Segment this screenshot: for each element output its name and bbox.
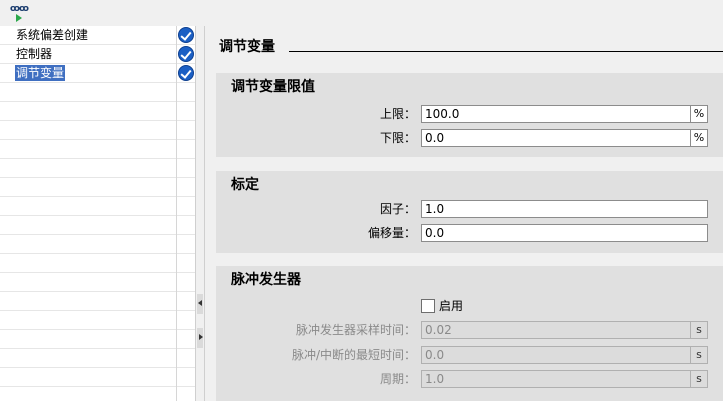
scaling-group: 标定 因子： 偏移量： [216, 171, 723, 253]
period-label: 周期： [379, 372, 416, 386]
sample-time-input[interactable] [421, 321, 691, 339]
offset-label: 偏移量： [367, 226, 416, 240]
factor-input[interactable] [421, 200, 708, 218]
check-icon [178, 65, 194, 81]
glasses-icon: ꝏꝏ [10, 4, 29, 14]
upper-limit-unit: % [691, 105, 708, 123]
lower-limit-label: 下限： [379, 131, 416, 145]
nav-item-system-deviation[interactable]: 系统偏差创建 [0, 26, 176, 45]
sample-time-unit: s [691, 321, 708, 339]
arrow-right-icon [199, 334, 203, 340]
monitor-start-button[interactable]: ꝏꝏ [8, 3, 30, 23]
nav-item-controller[interactable]: 控制器 [0, 45, 176, 64]
nav-item-label: 系统偏差创建 [16, 28, 89, 42]
nav-item-label: 调节变量 [15, 65, 66, 81]
enable-label: 启用 [439, 299, 464, 313]
limits-group: 调节变量限值 上限： % 下限： % [216, 73, 723, 157]
offset-input[interactable] [421, 224, 708, 242]
lower-limit-unit: % [691, 129, 708, 147]
nav-empty-row [0, 311, 176, 330]
status-column [176, 26, 196, 401]
limits-group-title: 调节变量限值 [231, 79, 315, 95]
expand-right-button[interactable] [197, 328, 203, 348]
nav-empty-row [0, 254, 176, 273]
title-divider [289, 51, 723, 52]
scaling-group-title: 标定 [231, 177, 259, 193]
nav-empty-row [0, 178, 176, 197]
nav-empty-row [0, 330, 176, 349]
period-unit: s [691, 370, 708, 388]
upper-limit-label: 上限： [379, 107, 416, 121]
nav-empty-row [0, 121, 176, 140]
nav-item-label: 控制器 [16, 47, 53, 61]
pane-splitter[interactable] [195, 26, 205, 401]
nav-empty-row [0, 349, 176, 368]
factor-label: 因子： [379, 202, 416, 216]
nav-tree: 系统偏差创建 控制器 调节变量 [0, 26, 176, 401]
arrow-left-icon [198, 300, 202, 306]
main-panel: 调节变量 调节变量限值 上限： % 下限： % 标定 因子： 偏移量： 脉冲发生… [205, 26, 723, 401]
enable-checkbox[interactable] [421, 299, 435, 313]
nav-empty-row [0, 273, 176, 292]
play-icon [16, 14, 22, 22]
nav-empty-row [0, 216, 176, 235]
min-time-input[interactable] [421, 346, 691, 364]
nav-empty-row [0, 102, 176, 121]
period-input[interactable] [421, 370, 691, 388]
toolbar: ꝏꝏ [0, 0, 723, 26]
check-icon [178, 46, 194, 62]
sample-time-label: 脉冲发生器采样时间： [295, 323, 416, 337]
check-icon [178, 27, 194, 43]
min-time-label: 脉冲/中断的最短时间： [291, 348, 416, 362]
nav-empty-row [0, 83, 176, 102]
pulse-group: 脉冲发生器 启用 脉冲发生器采样时间： s 脉冲/中断的最短时间： s 周期： … [216, 266, 723, 401]
lower-limit-input[interactable] [421, 129, 691, 147]
upper-limit-input[interactable] [421, 105, 691, 123]
pulse-group-title: 脉冲发生器 [231, 272, 301, 288]
nav-empty-row [0, 292, 176, 311]
nav-empty-row [0, 140, 176, 159]
collapse-left-button[interactable] [197, 294, 203, 314]
page-title: 调节变量 [219, 39, 275, 55]
min-time-unit: s [691, 346, 708, 364]
nav-empty-row [0, 235, 176, 254]
nav-empty-row [0, 197, 176, 216]
nav-empty-row [0, 368, 176, 387]
nav-item-manipulated-variable[interactable]: 调节变量 [0, 64, 176, 83]
nav-empty-row [0, 159, 176, 178]
